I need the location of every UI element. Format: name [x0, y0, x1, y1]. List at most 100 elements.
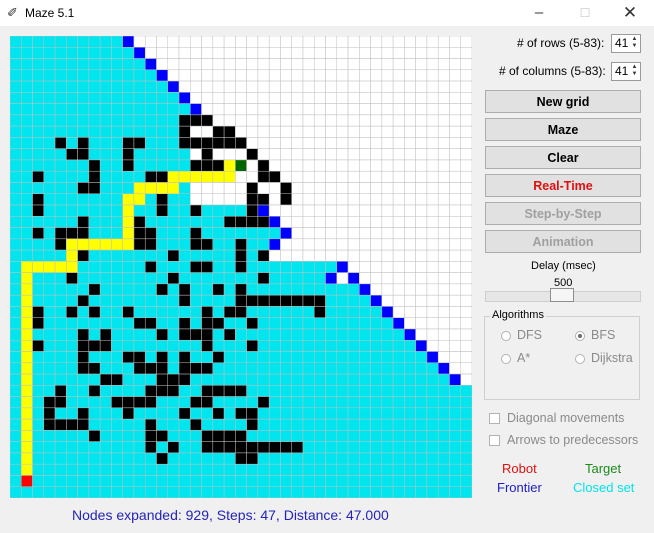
grid-cell-closed[interactable] [246, 227, 259, 240]
grid-cell-empty[interactable] [449, 204, 461, 217]
grid-cell-closed[interactable] [167, 317, 180, 330]
grid-cell-closed[interactable] [212, 227, 225, 240]
grid-cell-closed[interactable] [336, 441, 349, 454]
grid-cell-empty[interactable] [449, 238, 461, 251]
grid-cell-wall[interactable] [246, 441, 259, 454]
grid-cell-closed[interactable] [190, 351, 202, 364]
grid-cell-closed[interactable] [43, 249, 56, 262]
grid-cell-closed[interactable] [426, 418, 439, 431]
grid-cell-closed[interactable] [246, 430, 259, 442]
grid-cell-closed[interactable] [167, 362, 180, 375]
grid-cell-closed[interactable] [10, 148, 22, 161]
grid-cell-empty[interactable] [370, 36, 383, 48]
grid-cell-closed[interactable] [302, 463, 315, 476]
grid-cell-empty[interactable] [167, 69, 180, 82]
grid-cell-empty[interactable] [460, 362, 472, 375]
grid-cell-closed[interactable] [167, 396, 180, 409]
grid-cell-empty[interactable] [302, 238, 315, 251]
grid-cell-frontier[interactable] [325, 272, 338, 285]
grid-cell-closed[interactable] [178, 272, 191, 285]
grid-cell-closed[interactable] [54, 47, 67, 59]
grid-cell-empty[interactable] [347, 80, 360, 93]
grid-cell-empty[interactable] [280, 69, 292, 82]
grid-cell-closed[interactable] [99, 430, 112, 442]
grid-cell-closed[interactable] [235, 373, 247, 386]
grid-cell-closed[interactable] [370, 385, 383, 397]
grid-cell-closed[interactable] [313, 283, 326, 296]
grid-cell-closed[interactable] [77, 103, 90, 116]
grid-cell-wall[interactable] [88, 339, 101, 352]
grid-cell-closed[interactable] [212, 486, 225, 498]
grid-cell-empty[interactable] [449, 272, 461, 285]
grid-cell-empty[interactable] [437, 204, 450, 217]
grid-cell-closed[interactable] [43, 47, 56, 59]
grid-cell-empty[interactable] [381, 261, 394, 273]
grid-cell-closed[interactable] [190, 317, 202, 330]
grid-cell-closed[interactable] [449, 430, 461, 442]
grid-cell-wall[interactable] [246, 317, 259, 330]
grid-cell-closed[interactable] [99, 452, 112, 465]
grid-cell-closed[interactable] [178, 103, 191, 116]
grid-cell-closed[interactable] [291, 430, 304, 442]
grid-cell-closed[interactable] [21, 204, 33, 217]
grid-cell-closed[interactable] [392, 339, 405, 352]
grid-cell-wall[interactable] [201, 238, 214, 251]
grid-cell-closed[interactable] [268, 339, 281, 352]
grid-cell-closed[interactable] [111, 103, 123, 116]
grid-cell-closed[interactable] [77, 204, 90, 217]
grid-cell-closed[interactable] [21, 249, 33, 262]
grid-cell-path[interactable] [21, 283, 33, 296]
grid-cell-wall[interactable] [190, 227, 202, 240]
grid-cell-wall[interactable] [268, 294, 281, 307]
grid-cell-closed[interactable] [178, 441, 191, 454]
grid-cell-wall[interactable] [99, 328, 112, 341]
grid-cell-closed[interactable] [370, 441, 383, 454]
grid-cell-wall[interactable] [268, 441, 281, 454]
grid-cell-empty[interactable] [359, 249, 371, 262]
grid-cell-empty[interactable] [370, 204, 383, 217]
grid-cell-closed[interactable] [291, 385, 304, 397]
grid-cell-closed[interactable] [201, 272, 214, 285]
grid-cell-closed[interactable] [167, 418, 180, 431]
grid-cell-closed[interactable] [54, 283, 67, 296]
grid-cell-empty[interactable] [190, 193, 202, 206]
grid-cell-closed[interactable] [144, 294, 157, 307]
grid-cell-closed[interactable] [32, 418, 45, 431]
grid-cell-empty[interactable] [280, 92, 292, 104]
grid-cell-closed[interactable] [144, 80, 157, 93]
grid-cell-empty[interactable] [325, 69, 338, 82]
grid-cell-closed[interactable] [415, 362, 428, 375]
grid-cell-closed[interactable] [212, 238, 225, 251]
grid-cell-empty[interactable] [347, 193, 360, 206]
grid-cell-closed[interactable] [122, 441, 135, 454]
grid-cell-closed[interactable] [381, 475, 394, 487]
grid-cell-wall[interactable] [280, 182, 292, 195]
grid-cell-closed[interactable] [88, 396, 101, 409]
grid-cell-closed[interactable] [381, 441, 394, 454]
grid-cell-empty[interactable] [437, 249, 450, 262]
grid-cell-empty[interactable] [347, 238, 360, 251]
grid-cell-wall[interactable] [235, 249, 247, 262]
grid-cell-empty[interactable] [392, 47, 405, 59]
grid-cell-closed[interactable] [66, 58, 78, 71]
grid-cell-closed[interactable] [77, 272, 90, 285]
grid-cell-empty[interactable] [336, 92, 349, 104]
grid-cell-frontier[interactable] [178, 92, 191, 104]
grid-cell-closed[interactable] [381, 430, 394, 442]
grid-cell-closed[interactable] [201, 283, 214, 296]
grid-cell-closed[interactable] [66, 373, 78, 386]
grid-cell-closed[interactable] [190, 306, 202, 318]
grid-cell-closed[interactable] [280, 373, 292, 386]
grid-cell-closed[interactable] [111, 114, 123, 127]
grid-cell-closed[interactable] [325, 441, 338, 454]
grid-cell-empty[interactable] [460, 216, 472, 228]
cols-spinner[interactable]: 41 ▲ ▼ [611, 62, 641, 81]
grid-cell-closed[interactable] [88, 227, 101, 240]
grid-cell-path[interactable] [111, 238, 123, 251]
grid-cell-empty[interactable] [302, 193, 315, 206]
grid-cell-closed[interactable] [66, 216, 78, 228]
grid-cell-closed[interactable] [10, 452, 22, 465]
grid-cell-closed[interactable] [133, 407, 146, 420]
grid-cell-empty[interactable] [246, 170, 259, 183]
grid-cell-closed[interactable] [449, 486, 461, 498]
